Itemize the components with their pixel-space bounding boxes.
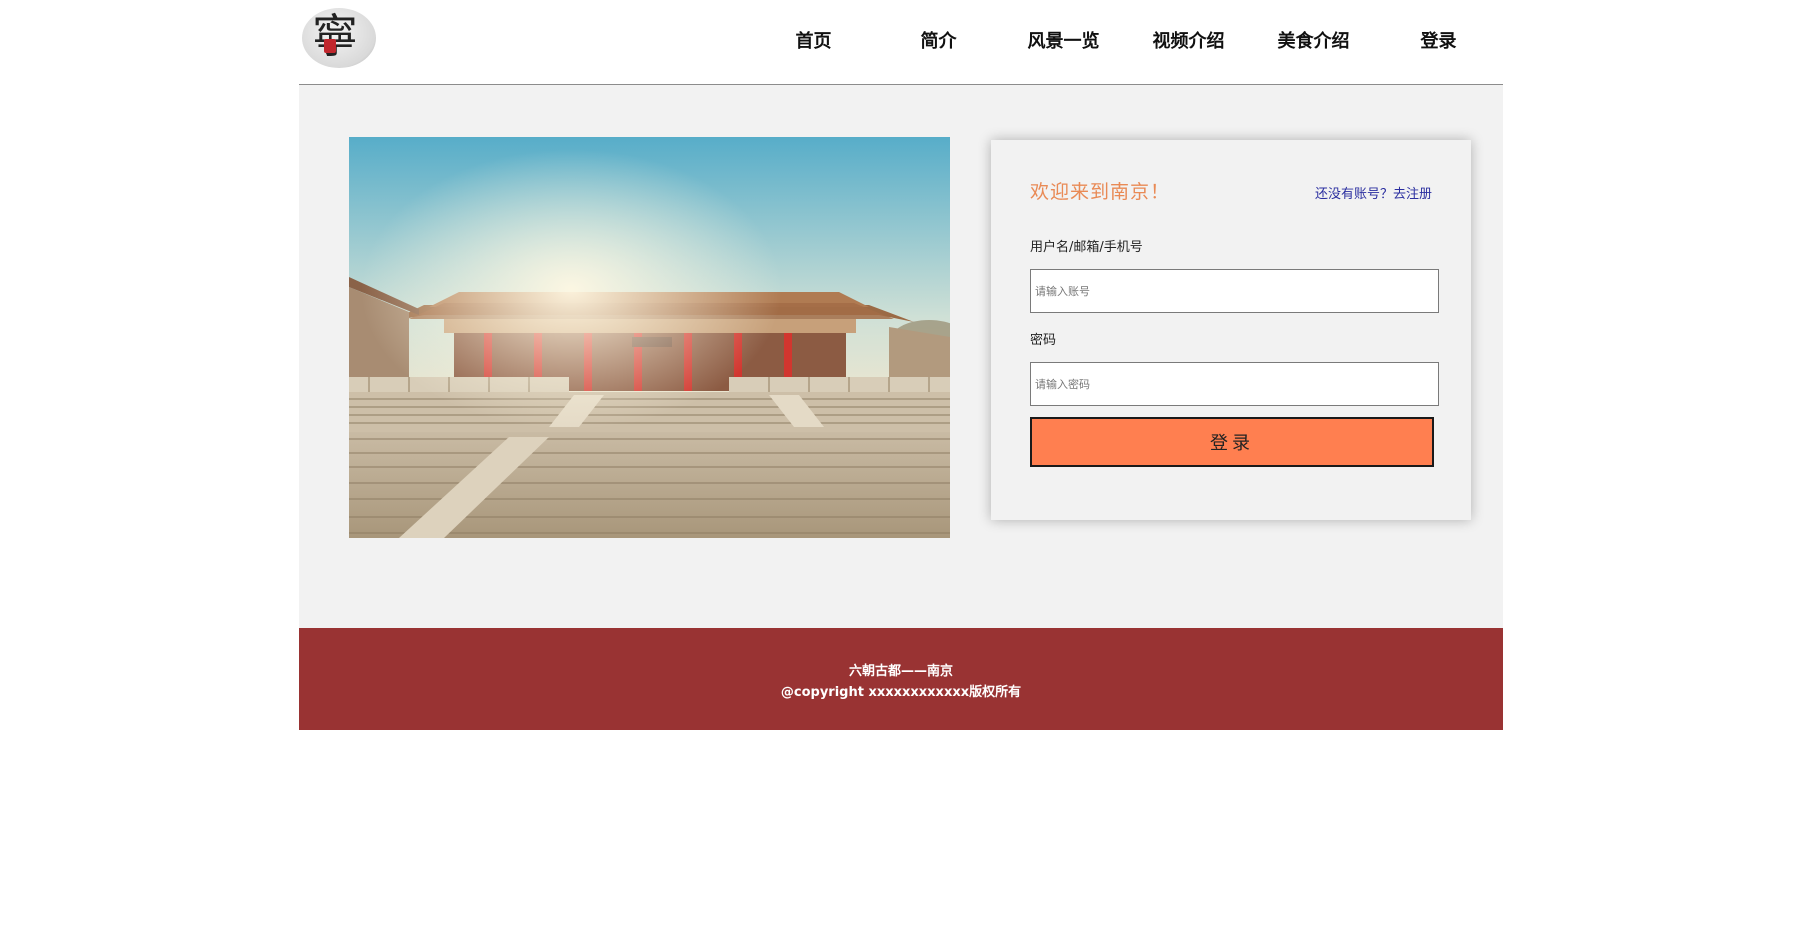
page-container: 寧 首页 简介 风景一览 视频介绍 美食介绍 登录 欢迎来到南京！ 还没有账号？… — [299, 0, 1503, 730]
account-input[interactable] — [1030, 269, 1439, 313]
login-form: 欢迎来到南京！ 还没有账号？去注册 用户名/邮箱/手机号 密码 登录 — [991, 140, 1471, 520]
site-header: 寧 首页 简介 风景一览 视频介绍 美食介绍 登录 — [299, 0, 1503, 85]
password-label: 密码 — [1030, 333, 1057, 348]
site-footer: 六朝古都——南京 @copyright xxxxxxxxxxxx版权所有 — [299, 628, 1503, 730]
login-button[interactable]: 登录 — [1030, 417, 1434, 467]
main-content: 欢迎来到南京！ 还没有账号？去注册 用户名/邮箱/手机号 密码 登录 — [299, 85, 1503, 628]
logo-icon[interactable]: 寧 — [302, 8, 376, 68]
nav-item-login[interactable]: 登录 — [1376, 27, 1501, 57]
register-link[interactable]: 还没有账号？去注册 — [1315, 183, 1432, 202]
footer-copyright: @copyright xxxxxxxxxxxx版权所有 — [780, 685, 1022, 700]
nav-item-video[interactable]: 视频介绍 — [1126, 27, 1251, 57]
password-input[interactable] — [1030, 362, 1439, 406]
welcome-heading: 欢迎来到南京！ — [1030, 181, 1171, 203]
museum-photo — [349, 137, 950, 538]
nav-item-home[interactable]: 首页 — [751, 27, 876, 57]
footer-slogan: 六朝古都——南京 — [848, 664, 953, 679]
nav-item-scenery[interactable]: 风景一览 — [1001, 27, 1126, 57]
logo-glyph: 寧 — [312, 9, 358, 63]
main-nav: 首页 简介 风景一览 视频介绍 美食介绍 登录 — [751, 27, 1501, 57]
logo-seal-icon — [324, 39, 336, 53]
nav-item-food[interactable]: 美食介绍 — [1251, 27, 1376, 57]
account-label: 用户名/邮箱/手机号 — [1030, 240, 1143, 255]
nav-item-intro[interactable]: 简介 — [876, 27, 1001, 57]
